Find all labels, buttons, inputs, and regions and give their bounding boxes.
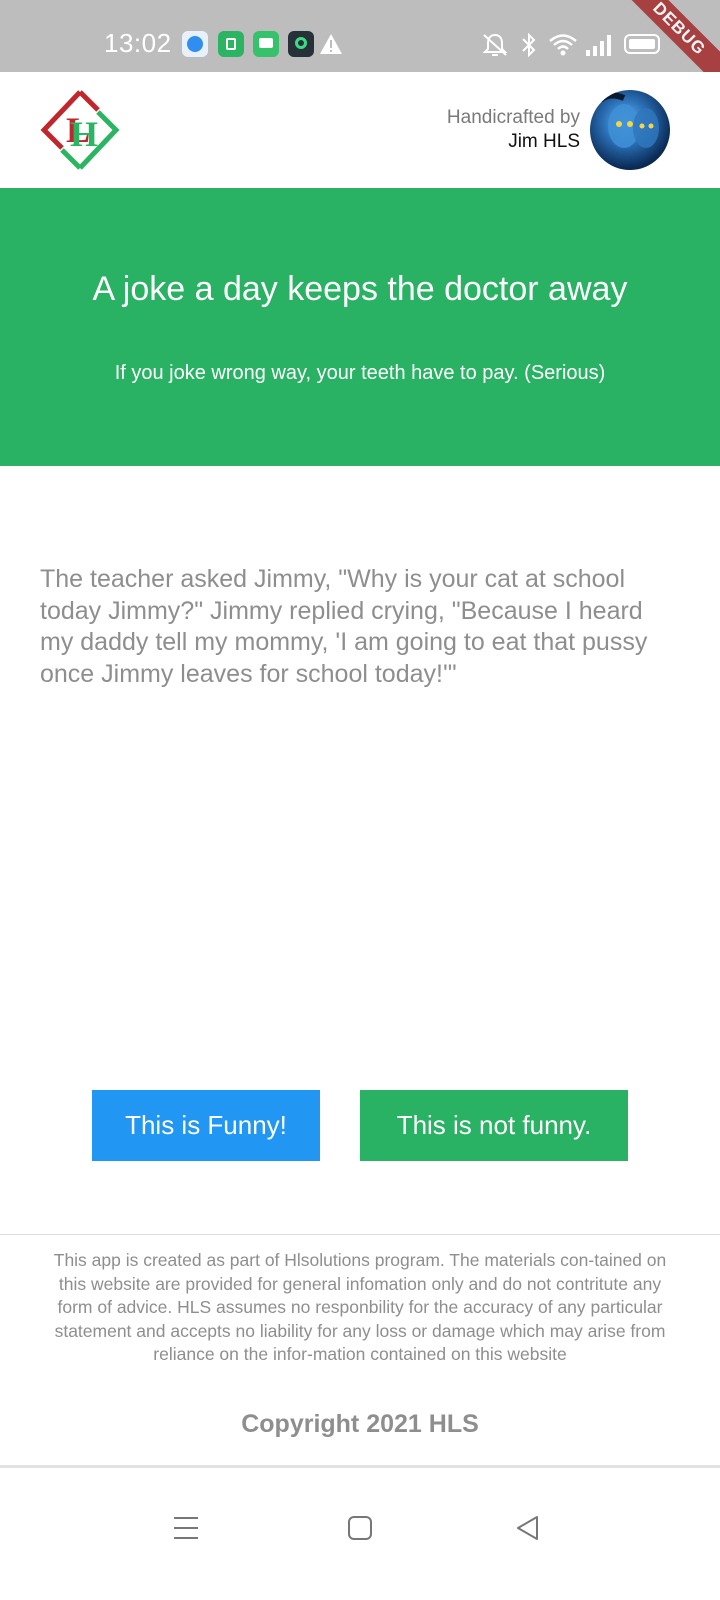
avatar-image [598, 92, 659, 148]
credit-name: Jim HLS [508, 131, 580, 152]
not-funny-button[interactable]: This is not funny. [360, 1090, 628, 1161]
silent-bell-icon [482, 33, 508, 56]
hero-banner: A joke a day keeps the doctor away If yo… [0, 188, 720, 466]
messages-app-icon [253, 31, 279, 57]
back-triangle-icon [517, 1516, 538, 1540]
app-screen: 13:02 DEBUG L H Handicrafted by Jim HLS … [0, 0, 720, 1600]
credit-block: Handicrafted by Jim HLS [447, 106, 580, 154]
android-app-icon [218, 31, 244, 57]
green-app-icon [288, 31, 314, 57]
battery-icon [624, 34, 660, 54]
copyright-text: Copyright 2021 HLS [241, 1410, 479, 1438]
bluetooth-icon [522, 32, 536, 58]
joke-text: The teacher asked Jimmy, "Why is your ca… [40, 565, 648, 688]
home-square-icon [348, 1516, 372, 1540]
hero-subtitle: If you joke wrong way, your teeth have t… [114, 362, 606, 384]
browser-app-icon [182, 31, 208, 57]
menu-nav-button[interactable] [166, 1508, 206, 1548]
back-nav-button[interactable] [508, 1508, 548, 1548]
hero-title: A joke a day keeps the doctor away [92, 270, 628, 308]
wifi-icon [549, 34, 577, 56]
avatar[interactable] [590, 90, 670, 170]
disclaimer-text: This app is created as part of Hlsolutio… [53, 1250, 667, 1364]
credit-label: Handicrafted by [446, 107, 580, 128]
svg-text:H: H [70, 114, 98, 154]
hls-logo-icon: L H [40, 90, 120, 170]
warning-icon [320, 34, 342, 54]
cellular-signal-icon [586, 35, 611, 56]
system-navigation-bar [0, 1468, 720, 1600]
status-time: 13:02 [104, 28, 172, 58]
menu-icon [174, 1517, 198, 1539]
funny-button[interactable]: This is Funny! [92, 1090, 320, 1161]
app-header: L H Handicrafted by Jim HLS [0, 72, 720, 188]
status-bar: 13:02 [0, 0, 720, 72]
footer-divider [0, 1234, 720, 1235]
home-nav-button[interactable] [340, 1508, 380, 1548]
